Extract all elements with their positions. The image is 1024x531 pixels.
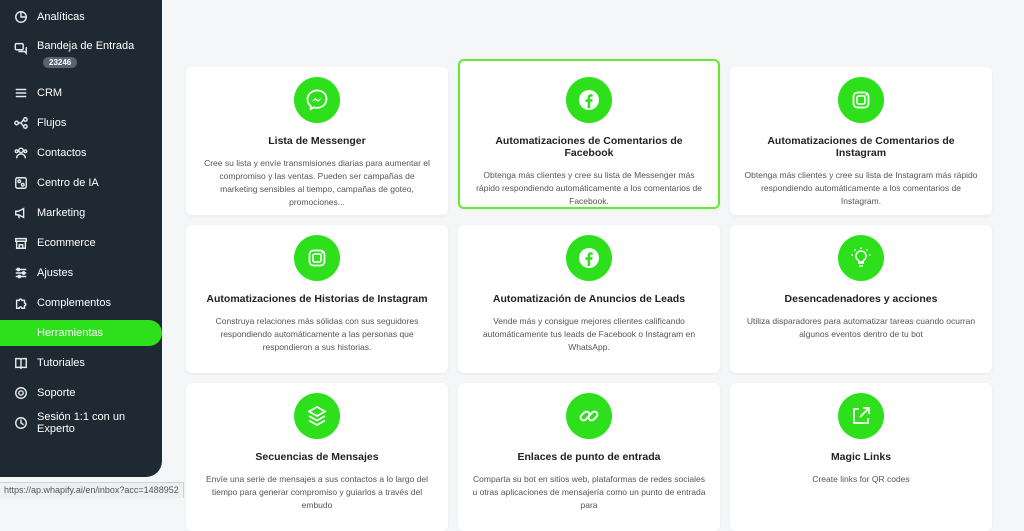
sidebar-item-analiticas[interactable]: Analíticas <box>0 2 162 32</box>
tool-card-description: Vende más y consigue mejores clientes ca… <box>482 316 696 352</box>
tool-card-title: Secuencias de Mensajes <box>255 451 379 463</box>
instagram-icon <box>294 235 340 281</box>
sidebar-item-bandeja-de-entrada[interactable]: Bandeja de Entrada 23246 <box>0 32 162 78</box>
sidebar-item-label: Contactos <box>37 147 87 159</box>
flow-icon <box>13 115 29 131</box>
tool-card-title: Automatizaciones de Comentarios de Insta… <box>767 135 955 159</box>
external-link-icon <box>838 393 884 439</box>
chat-icon <box>13 40 29 56</box>
tools-icon <box>13 325 29 341</box>
ai-icon <box>13 175 29 191</box>
expert-icon <box>13 415 29 431</box>
sidebar-item-label: Tutoriales <box>37 357 85 369</box>
tool-card-title: Lista de Messenger <box>268 135 366 147</box>
tool-card-description: Cree su lista y envíe transmisiones diar… <box>204 158 430 207</box>
sidebar-item-label: Ecommerce <box>37 237 96 249</box>
tool-card-lead-ads[interactable]: Automatización de Anuncios de Leads Vend… <box>458 225 720 373</box>
sidebar-item-label: Complementos <box>37 297 111 309</box>
sidebar-item-centro-de-ia[interactable]: Centro de IA <box>0 168 162 198</box>
sidebar-item-label: Soporte <box>37 387 76 399</box>
sidebar-item-soporte[interactable]: Soporte <box>0 378 162 408</box>
sidebar-item-contactos[interactable]: Contactos <box>0 138 162 168</box>
sidebar-item-herramientas[interactable]: Herramientas <box>0 320 162 346</box>
layers-icon <box>294 393 340 439</box>
sidebar: Analíticas Bandeja de Entrada 23246 CRM … <box>0 0 162 477</box>
sidebar-item-label: Flujos <box>37 117 67 129</box>
contacts-icon <box>13 145 29 161</box>
browser-status-url: https://ap.whapify.ai/en/inbox?acc=14889… <box>0 482 184 498</box>
tool-card-title: Enlaces de punto de entrada <box>517 451 661 463</box>
list-icon <box>13 85 29 101</box>
tool-card-magic-links[interactable]: Magic Links Create links for QR codes <box>730 383 992 531</box>
sidebar-item-label: CRM <box>37 87 63 99</box>
sliders-icon <box>13 265 29 281</box>
inbox-count-badge: 23246 <box>43 57 78 68</box>
tool-card-description: Obtenga más clientes y cree su lista de … <box>744 170 978 206</box>
tool-card-title: Magic Links <box>830 451 892 463</box>
facebook-icon <box>566 77 612 123</box>
tool-card-instagram-stories[interactable]: Automatizaciones de Historias de Instagr… <box>186 225 448 373</box>
sidebar-item-label: Marketing <box>37 207 86 219</box>
tool-card-entry-point-links[interactable]: Enlaces de punto de entrada Comparta su … <box>458 383 720 531</box>
sidebar-item-label: Centro de IA <box>37 177 99 189</box>
tool-card-description: Create links for QR codes <box>812 474 910 484</box>
sidebar-item-ajustes[interactable]: Ajustes <box>0 258 162 288</box>
analytics-icon <box>13 9 29 25</box>
sidebar-item-label: Bandeja de Entrada <box>37 40 135 52</box>
tool-card-title: Automatizaciones de Historias de Instagr… <box>206 293 428 305</box>
support-icon <box>13 385 29 401</box>
tool-card-instagram-comments[interactable]: Automatizaciones de Comentarios de Insta… <box>730 67 992 215</box>
tool-card-description: Obtenga más clientes y cree su lista de … <box>476 170 702 206</box>
tool-card-title: Automatización de Anuncios de Leads <box>492 293 686 305</box>
instagram-icon <box>838 77 884 123</box>
tool-card-message-sequences[interactable]: Secuencias de Mensajes Envíe una serie d… <box>186 383 448 531</box>
sidebar-item-ecommerce[interactable]: Ecommerce <box>0 228 162 258</box>
facebook-icon <box>566 235 612 281</box>
tool-card-description: Comparta su bot en sitios web, plataform… <box>472 474 706 510</box>
sidebar-item-sesion-experto[interactable]: Sesión 1:1 con un Experto <box>0 408 162 438</box>
tool-card-triggers-actions[interactable]: Desencadenadores y acciones Utiliza disp… <box>730 225 992 373</box>
tool-card-description: Envíe una serie de mensajes a sus contac… <box>205 474 429 510</box>
tool-card-facebook-comments[interactable]: Automatizaciones de Comentarios de Faceb… <box>458 59 720 209</box>
lightbulb-icon <box>838 235 884 281</box>
book-icon <box>13 355 29 371</box>
sidebar-item-flujos[interactable]: Flujos <box>0 108 162 138</box>
store-icon <box>13 235 29 251</box>
messenger-icon <box>294 77 340 123</box>
sidebar-item-label: Ajustes <box>37 267 74 279</box>
sidebar-item-label: Analíticas <box>37 11 85 23</box>
sidebar-item-marketing[interactable]: Marketing <box>0 198 162 228</box>
sidebar-item-label: Herramientas <box>37 327 104 339</box>
link-icon <box>566 393 612 439</box>
sidebar-item-tutoriales[interactable]: Tutoriales <box>0 348 162 378</box>
sidebar-item-label: Sesión 1:1 con un Experto <box>37 411 126 435</box>
tool-card-title: Automatizaciones de Comentarios de Faceb… <box>495 135 683 159</box>
sidebar-item-crm[interactable]: CRM <box>0 78 162 108</box>
tool-card-title: Desencadenadores y acciones <box>784 293 938 305</box>
tool-card-description: Utiliza disparadores para automatizar ta… <box>746 316 976 339</box>
sidebar-item-complementos[interactable]: Complementos <box>0 288 162 318</box>
tool-card-description: Construya relaciones más sólidas con sus… <box>215 316 419 352</box>
tool-card-messenger-list[interactable]: Lista de Messenger Cree su lista y envíe… <box>186 67 448 215</box>
tools-grid: Lista de Messenger Cree su lista y envíe… <box>186 59 992 531</box>
megaphone-icon <box>13 205 29 221</box>
puzzle-icon <box>13 295 29 311</box>
